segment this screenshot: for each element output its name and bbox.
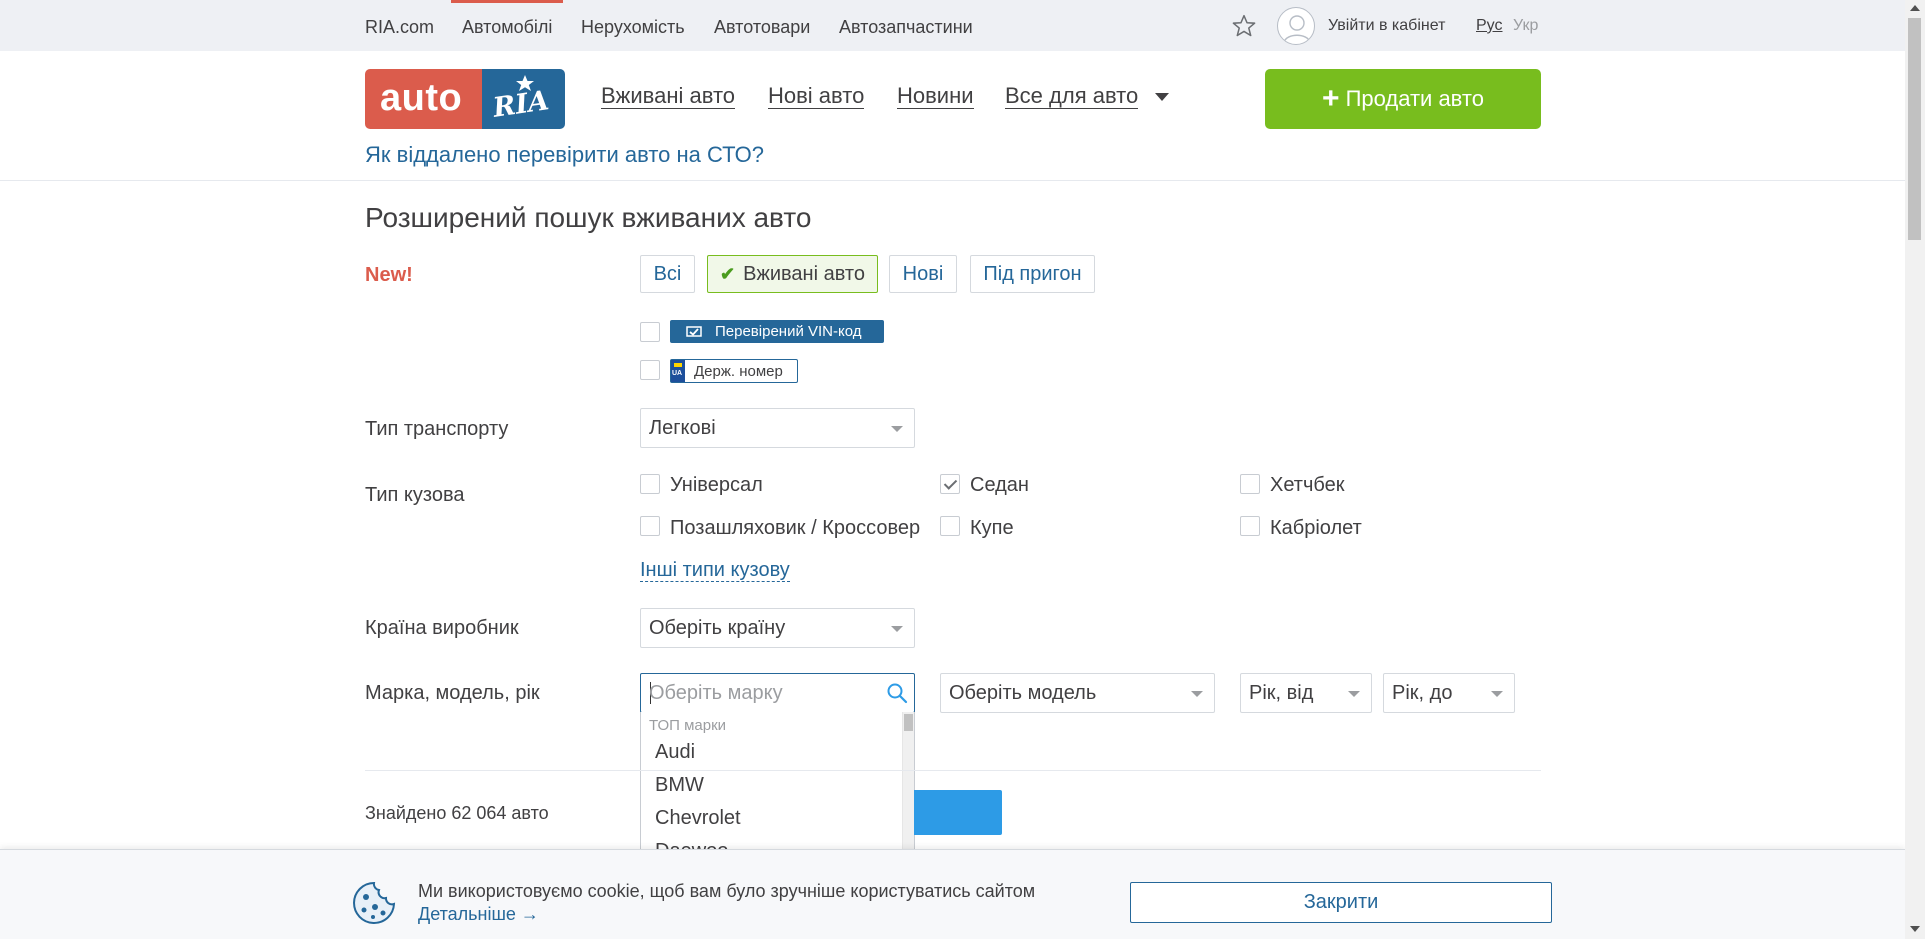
transport-type-value: Легкові xyxy=(649,417,716,439)
search-icon[interactable] xyxy=(886,682,908,704)
nav-used-cars[interactable]: Вживані авто xyxy=(601,84,736,109)
body-type-sedan-checkbox[interactable] xyxy=(940,474,960,494)
vin-check-icon xyxy=(686,326,702,337)
logo-ria-text: RIA xyxy=(491,85,551,124)
segment-used-cars-label: Вживані авто xyxy=(743,262,865,285)
body-type-cabrio-checkbox[interactable] xyxy=(1240,516,1260,536)
user-avatar-icon[interactable] xyxy=(1277,7,1315,45)
segment-import[interactable]: Під пригон xyxy=(970,255,1095,293)
chevron-down-icon xyxy=(891,626,903,632)
country-value: Оберіть країну xyxy=(649,617,786,639)
vin-badge-label: Перевірений VIN-код xyxy=(715,323,862,340)
year-from-value: Рік, від xyxy=(1249,682,1314,704)
segment-new[interactable]: Нові xyxy=(889,255,957,293)
cookie-more-link[interactable]: Детальніше → xyxy=(418,904,539,925)
body-type-wagon-label[interactable]: Універсал xyxy=(670,474,763,497)
cookie-text: Ми використовуємо cookie, щоб вам було з… xyxy=(418,881,1036,901)
vin-checkbox[interactable] xyxy=(640,322,660,342)
sell-car-button[interactable]: + Продати авто xyxy=(1265,69,1541,129)
body-type-sedan-label[interactable]: Седан xyxy=(970,474,1029,497)
new-badge: New! xyxy=(365,264,413,286)
ua-flag-stripe xyxy=(674,363,682,367)
login-link[interactable]: Увійти в кабінет xyxy=(1328,17,1445,35)
year-from-select[interactable]: Рік, від xyxy=(1240,673,1372,713)
nav-all-for-auto[interactable]: Все для авто xyxy=(1005,84,1139,109)
chevron-down-icon xyxy=(891,426,903,432)
chevron-down-icon xyxy=(1348,691,1360,697)
form-divider xyxy=(365,770,1541,771)
dropdown-item-chevrolet[interactable]: Chevrolet xyxy=(655,807,741,830)
transport-type-label: Тип транспорту xyxy=(365,418,509,440)
topnav-auto-parts[interactable]: Автозапчастини xyxy=(839,17,973,38)
topnav-ria-com[interactable]: RIA.com xyxy=(365,17,434,38)
plate-checkbox[interactable] xyxy=(640,360,660,380)
country-label: Країна виробник xyxy=(365,617,519,639)
plate-badge-label: Держ. номер xyxy=(694,362,783,380)
chevron-down-icon xyxy=(1191,691,1203,697)
dropdown-item-bmw[interactable]: BMW xyxy=(655,774,704,797)
plus-icon: + xyxy=(1322,82,1340,115)
logo-auto-part: auto xyxy=(365,69,482,129)
year-to-select[interactable]: Рік, до xyxy=(1383,673,1515,713)
page-scroll-thumb[interactable] xyxy=(1908,18,1921,240)
nav-news[interactable]: Новини xyxy=(897,84,974,109)
page-scrollbar[interactable] xyxy=(1905,0,1925,939)
body-type-coupe-checkbox[interactable] xyxy=(940,516,960,536)
more-body-types-link[interactable]: Інші типи кузову xyxy=(640,559,790,582)
chevron-down-icon xyxy=(1491,691,1503,697)
body-type-wagon-checkbox[interactable] xyxy=(640,474,660,494)
body-type-cabrio-label[interactable]: Кабріолет xyxy=(1270,517,1362,540)
body-type-hatchback-checkbox[interactable] xyxy=(1240,474,1260,494)
chevron-down-icon[interactable] xyxy=(1155,93,1169,101)
segment-all[interactable]: Всі xyxy=(640,255,695,293)
lang-ru-link[interactable]: Рус xyxy=(1476,17,1503,35)
country-select[interactable]: Оберіть країну xyxy=(640,608,915,648)
brand-search-field[interactable] xyxy=(640,673,915,713)
ua-flag-text: UA xyxy=(672,370,683,377)
ua-flag-icon: UA xyxy=(671,360,685,382)
transport-type-select[interactable]: Легкові xyxy=(640,408,915,448)
dropdown-scrollbar[interactable] xyxy=(902,712,914,851)
star-icon[interactable] xyxy=(1231,13,1257,39)
found-count: Знайдено 62 064 авто xyxy=(365,803,549,823)
body-type-suv-checkbox[interactable] xyxy=(640,516,660,536)
cookie-banner: Ми використовуємо cookie, щоб вам було з… xyxy=(0,849,1905,939)
brand-input[interactable] xyxy=(649,674,879,712)
header-divider xyxy=(0,180,1905,181)
top-bar: RIA.com Автомобілі Нерухомість Автотовар… xyxy=(0,0,1905,51)
sell-car-label: Продати авто xyxy=(1345,86,1484,111)
auto-ria-logo[interactable]: auto RIA xyxy=(365,69,565,129)
plate-badge[interactable]: UA Держ. номер xyxy=(670,359,798,383)
brand-dropdown: ТОП марки Audi BMW Chevrolet Daewoo xyxy=(640,712,915,852)
scroll-down-icon[interactable] xyxy=(1910,926,1920,932)
topnav-auto-goods[interactable]: Автотовари xyxy=(714,17,810,38)
body-type-coupe-label[interactable]: Купе xyxy=(970,517,1014,540)
dropdown-item-audi[interactable]: Audi xyxy=(655,741,695,764)
cookie-close-button[interactable]: Закрити xyxy=(1130,882,1552,923)
model-select[interactable]: Оберіть модель xyxy=(940,673,1215,713)
body-type-hatchback-label[interactable]: Хетчбек xyxy=(1270,474,1344,497)
scroll-up-icon[interactable] xyxy=(1910,5,1920,11)
vin-badge[interactable]: Перевірений VIN-код xyxy=(670,320,884,343)
topnav-real-estate[interactable]: Нерухомість xyxy=(581,17,685,38)
year-to-value: Рік, до xyxy=(1392,682,1453,704)
body-type-suv-label[interactable]: Позашляховик / Кроссовер xyxy=(670,517,920,540)
segment-used-cars[interactable]: ✔ Вживані авто xyxy=(707,255,878,293)
logo-ria-part: RIA xyxy=(482,69,565,129)
brand-model-year-label: Марка, модель, рік xyxy=(365,682,540,704)
model-value: Оберіть модель xyxy=(949,682,1097,704)
body-type-label: Тип кузова xyxy=(365,484,465,506)
show-results-button[interactable] xyxy=(914,790,1002,835)
page-title: Розширений пошук вживаних авто xyxy=(365,202,812,233)
check-icon: ✔ xyxy=(720,263,736,284)
promo-link[interactable]: Як віддалено перевірити авто на СТО? xyxy=(365,142,764,168)
dropdown-scroll-thumb[interactable] xyxy=(904,714,913,731)
cookie-icon xyxy=(353,881,396,924)
dropdown-top-header: ТОП марки xyxy=(649,717,727,734)
lang-uk-link[interactable]: Укр xyxy=(1513,17,1538,35)
topnav-automobiles[interactable]: Автомобілі xyxy=(450,0,564,38)
nav-new-cars[interactable]: Нові авто xyxy=(768,84,865,109)
